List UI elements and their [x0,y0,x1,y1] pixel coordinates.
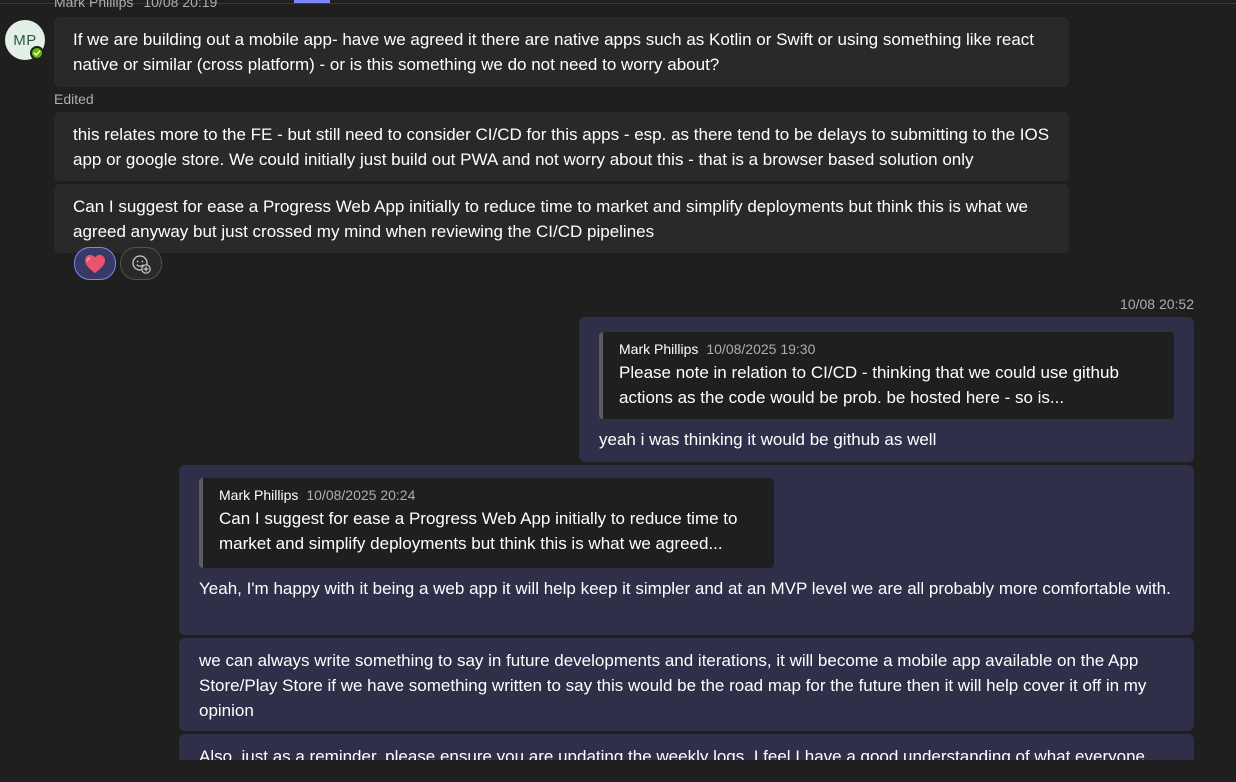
viewport-bottom-edge [0,760,1236,782]
edited-label: Edited [54,91,94,107]
add-reaction-icon [132,254,151,274]
message-header: Mark Phillips 10/08 20:19 [54,0,217,10]
scroll-position-indicator [294,0,330,3]
message-text: we can always write something to say in … [199,651,1147,720]
quote-timestamp: 10/08/2025 19:30 [706,341,816,357]
message-text: Yeah, I'm happy with it being a web app … [199,579,1171,598]
quote-timestamp: 10/08/2025 20:24 [306,487,416,503]
message-bubble[interactable]: this relates more to the FE - but still … [54,112,1069,181]
heart-reaction[interactable] [74,247,116,280]
quote-author: Mark Phillips [619,341,699,357]
add-reaction-button[interactable] [120,247,162,280]
outgoing-message-bubble[interactable]: we can always write something to say in … [179,638,1194,731]
heart-icon [85,254,105,273]
message-bubble[interactable]: Can I suggest for ease a Progress Web Ap… [54,184,1069,253]
quote-text: Please note in relation to CI/CD - think… [619,363,1119,407]
message-bubble[interactable]: If we are building out a mobile app- hav… [54,17,1069,87]
sender-name[interactable]: Mark Phillips [54,0,133,10]
reactions-bar [74,247,162,280]
outgoing-message-bubble[interactable]: Mark Phillips 10/08/2025 19:30 Please not… [579,317,1194,462]
message-timestamp: 10/08 20:19 [143,0,218,10]
message-text: this relates more to the FE - but still … [73,125,1050,169]
outgoing-timestamp: 10/08 20:52 [1120,296,1194,312]
message-text: yeah i was thinking it would be github a… [599,430,937,449]
message-text: Can I suggest for ease a Progress Web Ap… [73,197,1028,241]
quoted-reply[interactable]: Mark Phillips 10/08/2025 20:24 Can I sugg… [199,478,774,568]
presence-available-icon [30,46,44,60]
quote-author: Mark Phillips [219,487,299,503]
quoted-reply[interactable]: Mark Phillips 10/08/2025 19:30 Please not… [599,332,1174,419]
message-text: If we are building out a mobile app- hav… [73,30,1035,74]
quote-text: Can I suggest for ease a Progress Web Ap… [219,509,738,553]
outgoing-message-bubble[interactable]: Mark Phillips 10/08/2025 20:24 Can I sugg… [179,465,1194,635]
